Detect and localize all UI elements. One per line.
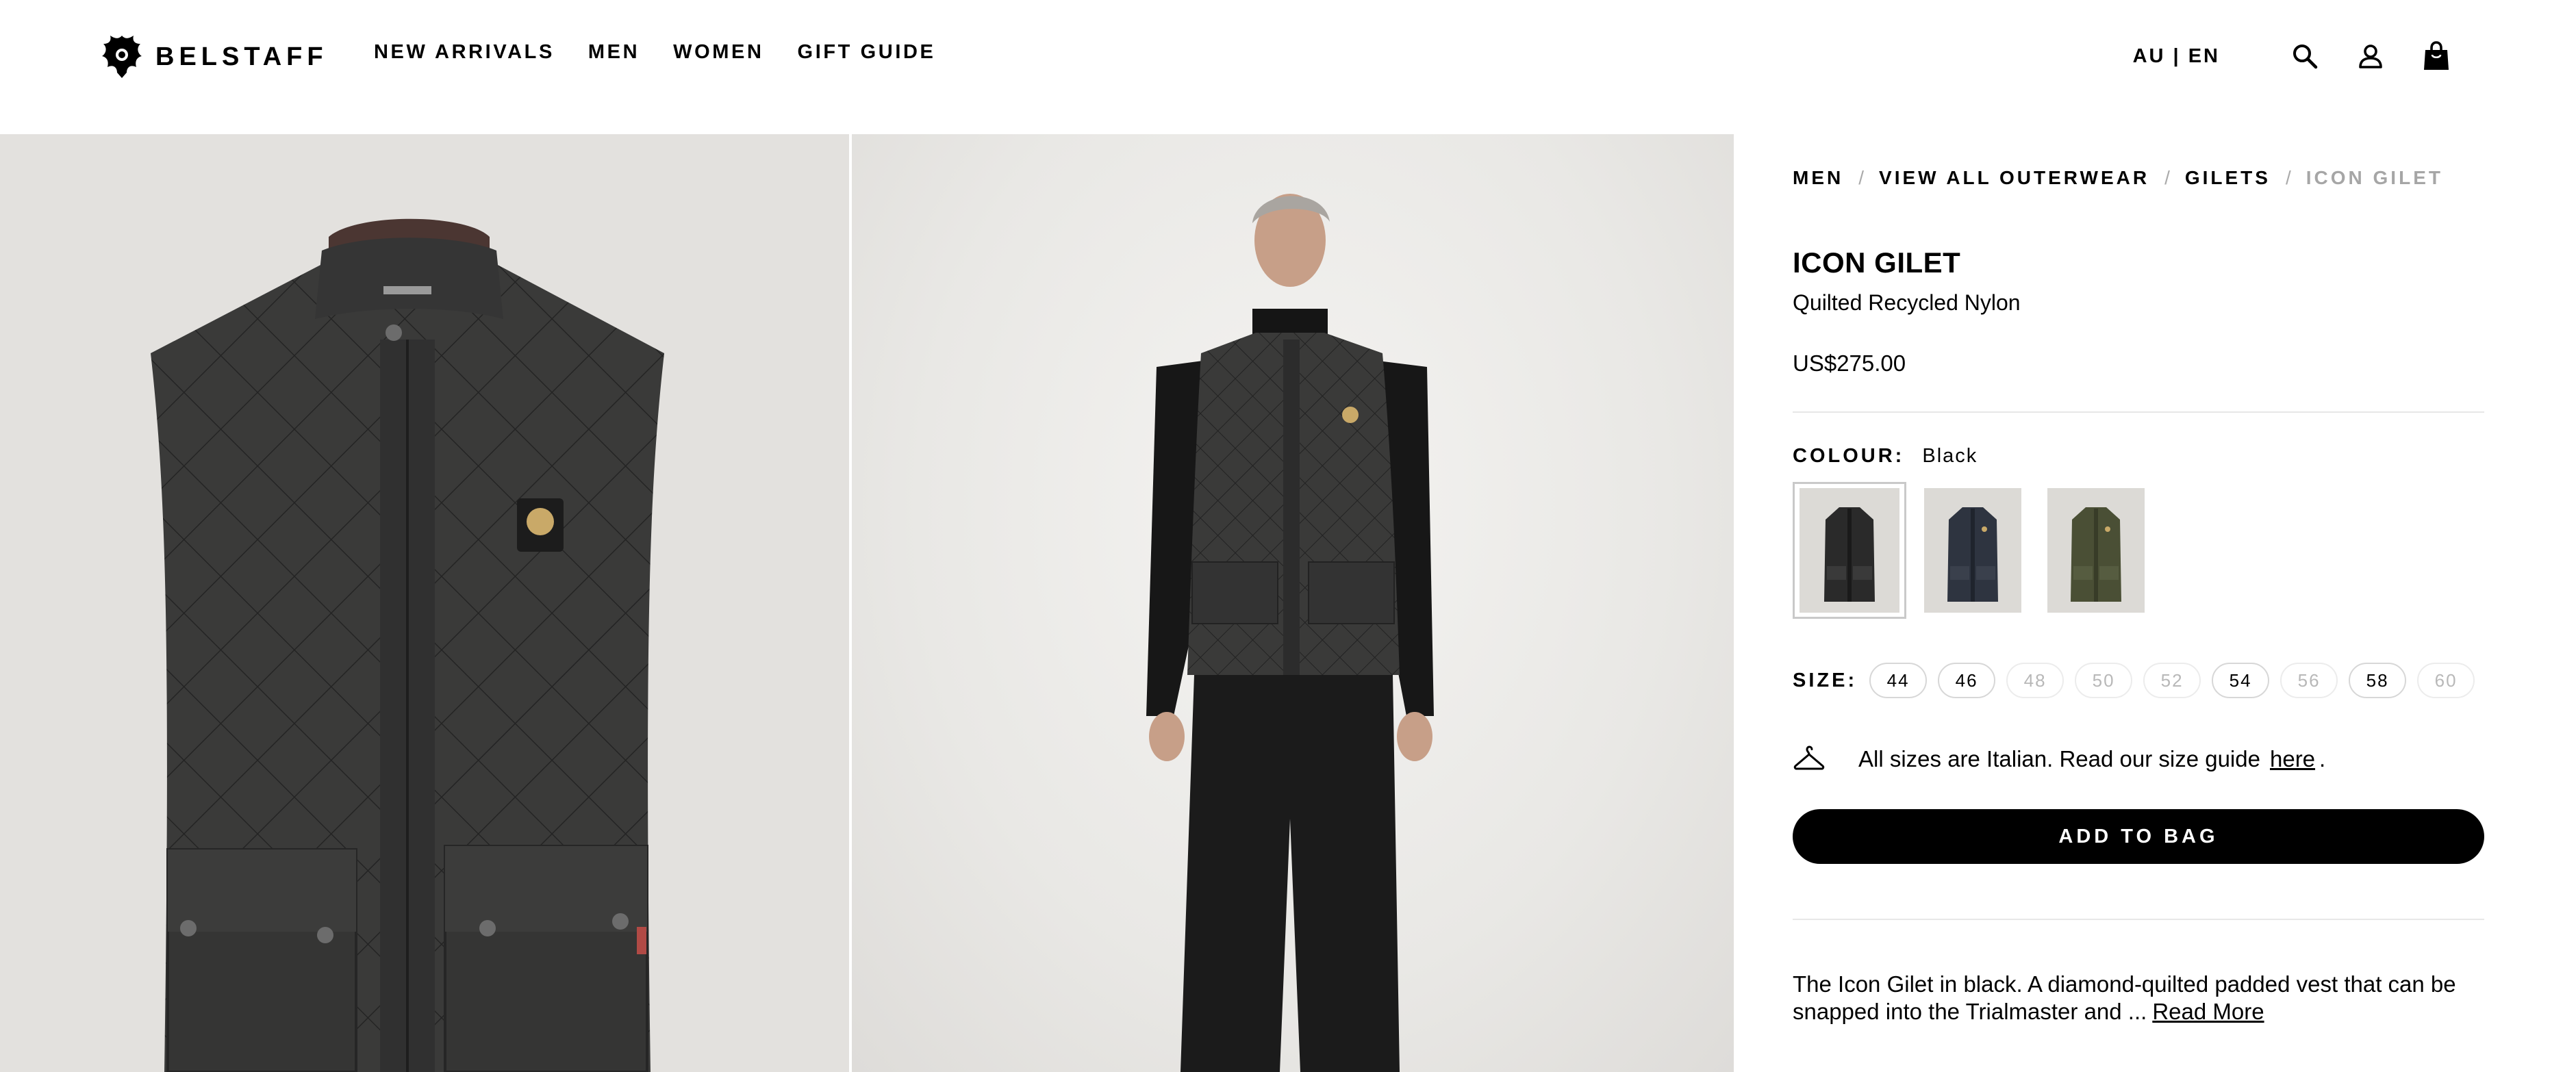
nav-men[interactable]: MEN — [588, 41, 640, 64]
size-option-48-unavailable[interactable]: 48 — [2006, 663, 2064, 698]
product-image-detail[interactable] — [0, 134, 849, 1072]
description-text: The Icon Gilet in black. A diamond-quilt… — [1793, 971, 2456, 1024]
product-price: US$275.00 — [1793, 350, 1906, 376]
size-label: SIZE: — [1793, 669, 1858, 691]
size-option-44[interactable]: 44 — [1869, 663, 1928, 698]
swatch-olive-thumb — [2047, 488, 2145, 613]
swatch-navy-thumb — [1924, 488, 2021, 613]
size-option-52-unavailable[interactable]: 52 — [2143, 663, 2201, 698]
breadcrumb-view-all-outerwear[interactable]: VIEW ALL OUTERWEAR — [1879, 167, 2149, 189]
swatch-olive[interactable] — [2046, 488, 2146, 613]
shopping-bag-icon[interactable] — [2420, 40, 2453, 73]
breadcrumb: MEN / VIEW ALL OUTERWEAR / GILETS / ICON… — [1793, 167, 2443, 189]
breadcrumb-separator: / — [2285, 167, 2291, 188]
swatch-navy[interactable] — [1923, 488, 2023, 613]
product-description: The Icon Gilet in black. A diamond-quilt… — [1793, 971, 2484, 1025]
size-option-46[interactable]: 46 — [1938, 663, 1996, 698]
add-to-bag-button[interactable]: ADD TO BAG — [1793, 809, 2484, 864]
colour-value: Black — [1922, 445, 1978, 467]
breadcrumb-current: ICON GILET — [2306, 167, 2443, 188]
colour-swatches — [1793, 482, 2146, 619]
nav-gift-guide[interactable]: GIFT GUIDE — [798, 41, 936, 64]
size-guide-note: All sizes are Italian. Read our size gui… — [1793, 745, 2325, 773]
phoenix-logo-icon — [102, 36, 142, 78]
search-icon[interactable] — [2288, 40, 2321, 73]
colour-selection: COLOUR: Black — [1793, 445, 1978, 468]
size-option-60-unavailable[interactable]: 60 — [2417, 663, 2475, 698]
colour-label: COLOUR: — [1793, 445, 1905, 467]
site-header: BELSTAFF NEW ARRIVALS MEN WOMEN GIFT GUI… — [0, 0, 2576, 134]
product-image-model[interactable] — [852, 134, 1734, 1072]
brand-name: BELSTAFF — [155, 42, 328, 71]
size-guide-link[interactable]: here — [2270, 746, 2315, 772]
breadcrumb-gilets[interactable]: GILETS — [2185, 167, 2271, 189]
divider — [1793, 411, 2484, 413]
size-option-58[interactable]: 58 — [2349, 663, 2407, 698]
breadcrumb-separator: / — [2164, 167, 2170, 188]
nav-new-arrivals[interactable]: NEW ARRIVALS — [374, 41, 555, 64]
main-nav: NEW ARRIVALS MEN WOMEN GIFT GUIDE — [374, 41, 970, 64]
gilet-closeup-illustration — [151, 218, 664, 1072]
header-utilities: AU | EN — [2133, 31, 2453, 81]
size-selection: SIZE: 44 46 48 50 52 54 56 58 60 — [1793, 663, 2486, 698]
product-title: ICON GILET — [1793, 246, 1961, 279]
divider — [1793, 919, 2484, 920]
size-option-54[interactable]: 54 — [2212, 663, 2270, 698]
locale-selector[interactable]: AU | EN — [2133, 45, 2220, 68]
swatch-black-thumb — [1800, 488, 1899, 613]
account-icon[interactable] — [2354, 40, 2387, 73]
hanger-icon — [1793, 745, 1825, 770]
breadcrumb-men[interactable]: MEN — [1793, 167, 1843, 189]
swatch-black[interactable] — [1793, 482, 1906, 619]
read-more-link[interactable]: Read More — [2152, 999, 2264, 1024]
nav-women[interactable]: WOMEN — [673, 41, 763, 64]
product-subtitle: Quilted Recycled Nylon — [1793, 290, 2021, 315]
breadcrumb-separator: / — [1858, 167, 1865, 188]
size-guide-period: . — [2319, 746, 2326, 771]
model-wearing-gilet-illustration — [1146, 194, 1434, 1072]
size-option-56-unavailable[interactable]: 56 — [2280, 663, 2338, 698]
brand-logo[interactable]: BELSTAFF — [99, 33, 328, 81]
size-option-50-unavailable[interactable]: 50 — [2075, 663, 2133, 698]
size-guide-text: All sizes are Italian. Read our size gui… — [1858, 746, 2260, 771]
